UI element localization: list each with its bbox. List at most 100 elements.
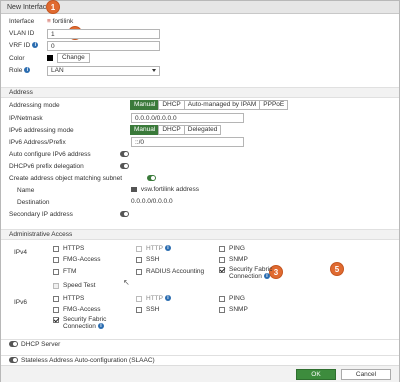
- fabric-v6-info-icon[interactable]: i: [97, 323, 104, 330]
- vrf-info-icon[interactable]: i: [32, 42, 39, 49]
- ip-netmask-label: IP/Netmask: [9, 115, 43, 122]
- ipv4-ping-checkbox[interactable]: PING: [219, 245, 245, 252]
- auto-ipv6-toggle[interactable]: [120, 151, 129, 157]
- role-info-icon[interactable]: i: [24, 67, 31, 74]
- checkbox-box[interactable]: [136, 296, 142, 302]
- addressing-mode-label: Addressing mode: [9, 102, 60, 109]
- ipv6-label: IPv6: [14, 299, 28, 306]
- vlan-id-input[interactable]: 1: [47, 29, 160, 39]
- ipv4-snmp-checkbox[interactable]: SNMP: [219, 256, 248, 263]
- mode-pppoe[interactable]: PPPoE: [259, 100, 289, 110]
- callout-badge-5: 5: [330, 262, 344, 276]
- checkbox-box[interactable]: [219, 307, 225, 313]
- checkbox-box[interactable]: [53, 269, 59, 275]
- checkbox-label: FMG-Access: [63, 256, 101, 263]
- ipv6-mode-manual[interactable]: Manual: [130, 125, 160, 135]
- role-label: Role i: [9, 67, 31, 74]
- ipv4-security-fabric-checkbox[interactable]: Security Fabric Connection i: [219, 266, 272, 280]
- cancel-button[interactable]: Cancel: [341, 369, 391, 380]
- color-swatch: [47, 55, 53, 61]
- checkbox-label: Security Fabric Connection i: [63, 316, 106, 330]
- role-select[interactable]: LAN: [47, 66, 160, 76]
- checkbox-box[interactable]: [136, 307, 142, 313]
- ipv6-mode-dhcp[interactable]: DHCP: [158, 125, 185, 135]
- checkbox-box[interactable]: [53, 317, 59, 323]
- checkbox-box[interactable]: [136, 257, 142, 263]
- checkbox-box[interactable]: [219, 267, 225, 273]
- name-value: vsw.fortilink address: [131, 186, 199, 193]
- http-info-icon[interactable]: i: [164, 245, 171, 251]
- address-section-header: Address: [1, 87, 399, 98]
- ipv4-speed-test-checkbox[interactable]: Speed Test: [53, 282, 95, 289]
- mouse-cursor-icon: ↖: [123, 278, 130, 287]
- ipv6-ssh-checkbox[interactable]: SSH: [136, 306, 159, 313]
- role-value: LAN: [51, 67, 64, 74]
- ipv6-https-checkbox[interactable]: HTTPS: [53, 295, 84, 302]
- ip-netmask-input[interactable]: 0.0.0.0/0.0.0.0: [131, 113, 244, 123]
- checkbox-box[interactable]: [53, 283, 59, 289]
- checkbox-box[interactable]: [53, 296, 59, 302]
- connection-text: Connection: [63, 323, 96, 330]
- ipv4-radius-checkbox[interactable]: RADIUS Accounting: [136, 268, 204, 275]
- checkbox-box[interactable]: [53, 257, 59, 263]
- dhcpv6-prefix-toggle[interactable]: [120, 163, 129, 169]
- admin-access-section-header: Administrative Access: [1, 229, 399, 240]
- checkbox-label: FMG-Access: [63, 306, 101, 313]
- dialog-title: New Interface: [1, 1, 399, 14]
- checkbox-box[interactable]: [219, 257, 225, 263]
- checkbox-box[interactable]: [53, 307, 59, 313]
- security-fabric-text: Security Fabric: [63, 316, 107, 323]
- checkbox-box[interactable]: [136, 246, 142, 252]
- checkbox-label: PING: [229, 245, 245, 252]
- ipv6-mode-delegated[interactable]: Delegated: [183, 125, 222, 135]
- name-value-text: vsw.fortilink address: [140, 186, 199, 193]
- vrf-id-input[interactable]: 0: [47, 41, 160, 51]
- fortilink-icon: ≡: [47, 18, 51, 25]
- checkbox-label: Speed Test: [63, 282, 96, 289]
- checkbox-box[interactable]: [136, 269, 142, 275]
- ipv6-snmp-checkbox[interactable]: SNMP: [219, 306, 248, 313]
- dhcp-server-toggle[interactable]: [9, 341, 18, 347]
- create-subnet-toggle[interactable]: [147, 175, 156, 181]
- ipv6-http-checkbox[interactable]: HTTP i: [136, 295, 171, 302]
- checkbox-label: RADIUS Accounting: [146, 268, 205, 275]
- interface-name: fortilink: [52, 18, 74, 25]
- checkbox-label: HTTPS: [63, 245, 85, 252]
- secondary-ip-label: Secondary IP address: [9, 211, 73, 218]
- ipv4-https-checkbox[interactable]: HTTPS: [53, 245, 84, 252]
- checkbox-box[interactable]: [53, 246, 59, 252]
- ipv4-ssh-checkbox[interactable]: SSH: [136, 256, 159, 263]
- checkbox-label: SNMP: [229, 306, 248, 313]
- interface-label: Interface: [9, 18, 35, 25]
- ipv4-ftm-checkbox[interactable]: FTM: [53, 268, 76, 275]
- new-interface-dialog: New Interface 1 2 3 4 5 Interface ≡ fort…: [0, 0, 400, 382]
- ipv6-mode-toggle: Manual DHCP Delegated: [130, 125, 222, 135]
- vlan-id-label: VLAN ID: [9, 30, 35, 37]
- checkbox-box[interactable]: [219, 296, 225, 302]
- auto-ipv6-label: Auto configure IPv6 address: [9, 151, 91, 158]
- address-object-icon: [131, 186, 137, 192]
- ipv6-prefix-input[interactable]: ::/0: [131, 137, 244, 147]
- ipv6-prefix-label: IPv6 Address/Prefix: [9, 139, 66, 146]
- checkbox-label: SSH: [146, 256, 160, 263]
- mode-ipam[interactable]: Auto-managed by IPAM: [183, 100, 261, 110]
- mode-manual[interactable]: Manual: [130, 100, 160, 110]
- mode-dhcp[interactable]: DHCP: [158, 100, 185, 110]
- slaac-toggle[interactable]: [9, 357, 18, 363]
- ipv6-ping-checkbox[interactable]: PING: [219, 295, 245, 302]
- checkbox-box[interactable]: [219, 246, 225, 252]
- ipv6-security-fabric-checkbox[interactable]: Security Fabric Connection i: [53, 316, 106, 330]
- callout-badge-1: 1: [46, 0, 60, 14]
- ipv4-fmg-checkbox[interactable]: FMG-Access: [53, 256, 101, 263]
- vrf-id-label-text: VRF ID: [9, 42, 31, 49]
- http-v6-info-icon[interactable]: i: [164, 295, 171, 301]
- change-color-button[interactable]: Change: [57, 53, 90, 63]
- ipv4-http-checkbox[interactable]: HTTP i: [136, 245, 171, 252]
- interface-value: ≡ fortilink: [47, 18, 73, 25]
- fabric-info-icon[interactable]: i: [263, 273, 270, 280]
- secondary-ip-toggle[interactable]: [120, 211, 129, 217]
- slaac-label: Stateless Address Auto-configuration (SL…: [21, 357, 155, 364]
- addressing-mode-toggle: Manual DHCP Auto-managed by IPAM PPPoE: [130, 100, 289, 110]
- ok-button[interactable]: OK: [296, 369, 336, 380]
- ipv6-fmg-checkbox[interactable]: FMG-Access: [53, 306, 101, 313]
